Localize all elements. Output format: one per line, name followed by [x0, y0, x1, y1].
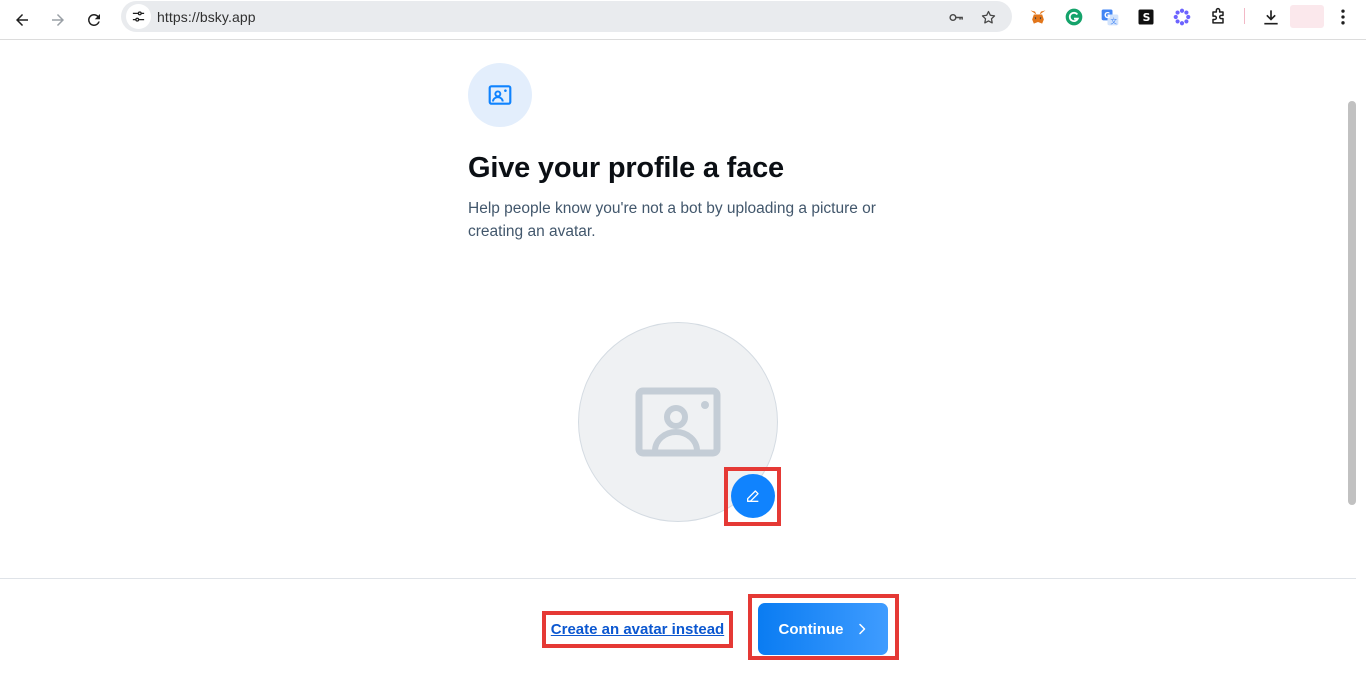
- metamask-extension-icon[interactable]: [1027, 6, 1049, 28]
- image-placeholder-icon: [635, 387, 721, 457]
- kebab-menu-icon: [1341, 9, 1345, 25]
- extensions-puzzle-icon[interactable]: [1207, 6, 1229, 28]
- downloads-button[interactable]: [1260, 6, 1282, 28]
- continue-button-label: Continue: [778, 620, 844, 638]
- page-title: Give your profile a face: [468, 152, 784, 184]
- forward-button[interactable]: [44, 6, 72, 34]
- svg-text:文: 文: [1110, 16, 1117, 25]
- toolbar-divider: [1244, 8, 1245, 24]
- portrait-frame-icon: [488, 85, 512, 105]
- svg-text:G: G: [1104, 11, 1110, 20]
- gear-flower-extension-icon[interactable]: [1171, 6, 1193, 28]
- page-subtitle: Help people know you're not a bot by upl…: [468, 200, 876, 240]
- create-avatar-link[interactable]: Create an avatar instead: [546, 615, 729, 644]
- url-text[interactable]: https://bsky.app: [157, 9, 256, 25]
- browser-toolbar: https://bsky.app G文 S: [0, 0, 1366, 40]
- password-key-button[interactable]: [946, 7, 966, 27]
- star-icon: [981, 10, 995, 24]
- scrollbar-thumb[interactable]: [1348, 101, 1356, 505]
- edit-avatar-button[interactable]: [731, 474, 775, 518]
- site-info-button[interactable]: [126, 4, 151, 29]
- grammarly-extension-icon[interactable]: [1063, 6, 1085, 28]
- arrow-left-icon: [16, 14, 28, 26]
- profile-avatar-button[interactable]: [1290, 5, 1324, 28]
- back-button[interactable]: [8, 6, 36, 34]
- bookmark-star-button[interactable]: [978, 7, 998, 27]
- pencil-icon: [747, 490, 759, 502]
- svg-text:S: S: [1143, 11, 1151, 24]
- address-bar[interactable]: https://bsky.app: [121, 1, 1012, 32]
- chevron-right-icon: [858, 623, 865, 635]
- continue-button[interactable]: Continue: [758, 603, 888, 655]
- tune-icon: [132, 11, 145, 22]
- reload-icon: [88, 14, 100, 26]
- google-translate-extension-icon[interactable]: G文: [1099, 6, 1121, 28]
- browser-menu-button[interactable]: [1332, 6, 1354, 28]
- profile-picture-hero-icon: [468, 63, 532, 127]
- arrow-right-icon: [52, 14, 64, 26]
- download-icon: [1264, 10, 1278, 25]
- footer-divider: [0, 578, 1356, 579]
- key-icon: [948, 13, 963, 21]
- reload-button[interactable]: [80, 6, 108, 34]
- s-extension-icon[interactable]: S: [1135, 6, 1157, 28]
